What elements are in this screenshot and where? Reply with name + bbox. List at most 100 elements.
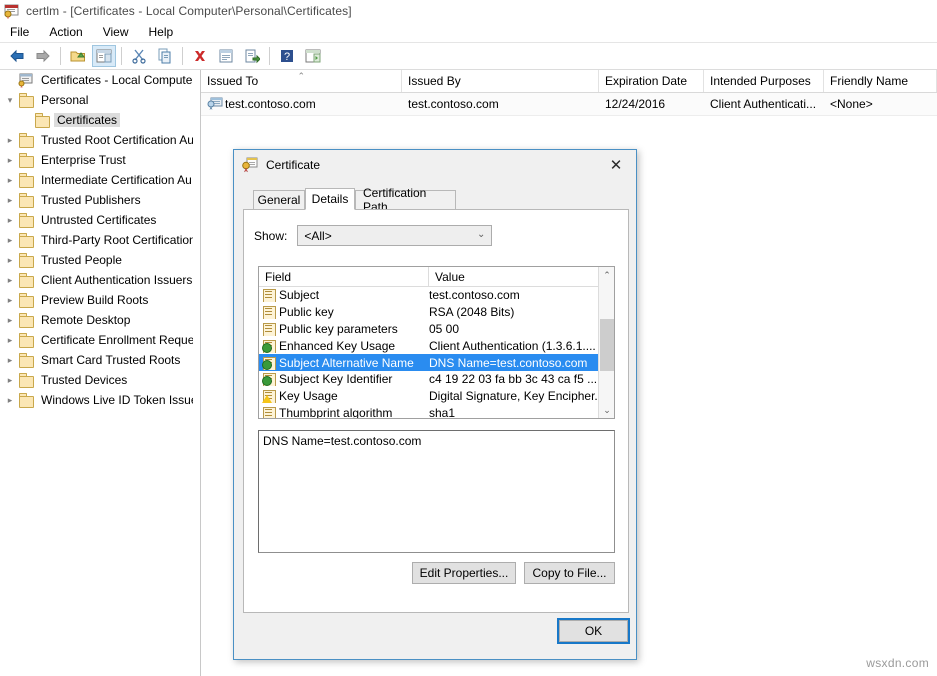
column-header-label: Issued By [408, 74, 461, 88]
tree-item-label: Certificate Enrollment Reque: [38, 333, 194, 347]
menu-view[interactable]: View [93, 23, 139, 41]
chevron-right-icon[interactable]: ▸ [2, 232, 18, 248]
cell-text: test.contoso.com [225, 97, 316, 111]
chevron-right-icon[interactable]: ▸ [2, 332, 18, 348]
chevron-right-icon[interactable]: ▸ [2, 292, 18, 308]
chevron-right-icon[interactable]: ▸ [2, 192, 18, 208]
certificate-field-row[interactable]: Thumbprint algorithmsha1 [259, 405, 614, 419]
show-action-pane-icon[interactable] [301, 45, 325, 67]
scrollbar-thumb[interactable] [600, 319, 614, 371]
chevron-right-icon[interactable]: ▸ [2, 312, 18, 328]
column-header-issued-to[interactable]: Issued To⌃ [201, 70, 402, 92]
cut-scissors-icon[interactable] [127, 45, 151, 67]
chevron-right-icon[interactable]: ▸ [2, 132, 18, 148]
cell-text: 12/24/2016 [605, 97, 665, 111]
chevron-down-icon[interactable]: ▾ [2, 92, 18, 108]
field-name: Public key [279, 305, 334, 319]
column-header-expiration-date[interactable]: Expiration Date [599, 70, 704, 92]
tree-item-trusted-root-certification-au[interactable]: ▸Trusted Root Certification Au [0, 130, 193, 150]
field-name: Enhanced Key Usage [279, 339, 395, 353]
scroll-down-icon[interactable]: ⌄ [599, 402, 615, 418]
chevron-right-icon[interactable]: ▸ [2, 172, 18, 188]
export-icon[interactable] [240, 45, 264, 67]
delete-x-icon[interactable] [188, 45, 212, 67]
tree-item-smart-card-trusted-roots[interactable]: ▸Smart Card Trusted Roots [0, 350, 193, 370]
ok-button[interactable]: OK [557, 618, 630, 644]
fields-list-rows: Subjecttest.contoso.comPublic keyRSA (20… [259, 287, 614, 419]
tree-item-label: Trusted Publishers [38, 193, 144, 207]
tree-item-client-authentication-issuers[interactable]: ▸Client Authentication Issuers [0, 270, 193, 290]
console-tree-pane[interactable]: Certificates - Local Computer ▾ Personal C… [0, 70, 194, 676]
toolbar-separator [121, 47, 122, 65]
window-title: certlm - [Certificates - Local Computer\… [26, 4, 352, 18]
certificate-field-row[interactable]: Key UsageDigital Signature, Key Encipher… [259, 388, 614, 405]
tree-item-enterprise-trust[interactable]: ▸Enterprise Trust [0, 150, 193, 170]
show-hide-tree-icon[interactable] [92, 45, 116, 67]
field-icon [262, 407, 276, 419]
chevron-right-icon[interactable]: ▸ [2, 352, 18, 368]
folder-icon [18, 133, 34, 147]
column-header-field[interactable]: Field [259, 267, 429, 286]
field-name: Subject Key Identifier [279, 372, 392, 386]
edit-properties-button[interactable]: Edit Properties... [412, 562, 516, 584]
certificate-row[interactable]: test.contoso.comtest.contoso.com12/24/20… [201, 93, 937, 116]
copy-pages-icon[interactable] [153, 45, 177, 67]
tab-certification-path[interactable]: Certification Path [355, 190, 456, 209]
field-value-textarea[interactable]: DNS Name=test.contoso.com [258, 430, 615, 553]
forward-arrow-icon[interactable] [31, 45, 55, 67]
certificate-field-row[interactable]: Subject Key Identifierc4 19 22 03 fa bb … [259, 371, 614, 388]
menu-action[interactable]: Action [39, 23, 92, 41]
tree-item-preview-build-roots[interactable]: ▸Preview Build Roots [0, 290, 193, 310]
fields-list-scrollbar[interactable]: ⌃ ⌄ [598, 267, 614, 418]
tree-item-windows-live-id-token-issuer[interactable]: ▸Windows Live ID Token Issuer [0, 390, 193, 410]
tree-item-untrusted-certificates[interactable]: ▸Untrusted Certificates [0, 210, 193, 230]
chevron-right-icon[interactable]: ▸ [2, 392, 18, 408]
certificate-field-row[interactable]: Enhanced Key UsageClient Authentication … [259, 337, 614, 354]
column-header-issued-by[interactable]: Issued By [402, 70, 599, 92]
up-folder-icon[interactable] [66, 45, 90, 67]
help-question-icon[interactable]: ? [275, 45, 299, 67]
tree-item-certificate-enrollment-reque[interactable]: ▸ Certificate Enrollment Reque: [0, 330, 193, 350]
column-header-friendly-name[interactable]: Friendly Name [824, 70, 937, 92]
menu-file[interactable]: File [0, 23, 39, 41]
copy-to-file-button[interactable]: Copy to File... [524, 562, 615, 584]
close-icon[interactable]: ✕ [596, 150, 636, 179]
certificate-field-row[interactable]: Public key parameters05 00 [259, 321, 614, 338]
tree-item-trusted-people[interactable]: ▸Trusted People [0, 250, 193, 270]
certificate-fields-list[interactable]: Field Value Subjecttest.contoso.comPubli… [258, 266, 615, 419]
certificate-field-row[interactable]: Public keyRSA (2048 Bits) [259, 304, 614, 321]
tree-item-trusted-publishers[interactable]: ▸ Trusted Publishers [0, 190, 193, 210]
tree-item-label: Personal [38, 93, 91, 107]
listview-rows: test.contoso.comtest.contoso.com12/24/20… [201, 93, 937, 116]
show-dropdown[interactable]: <All> ⌄ [297, 225, 492, 246]
field-name: Key Usage [279, 389, 338, 403]
chevron-right-icon[interactable]: ▸ [2, 252, 18, 268]
chevron-right-icon[interactable]: ▸ [2, 372, 18, 388]
chevron-right-icon[interactable]: ▸ [2, 212, 18, 228]
tree-item-third-party-root-certification[interactable]: ▸Third-Party Root Certification [0, 230, 193, 250]
tree-item-personal[interactable]: ▾ Personal [0, 90, 193, 110]
folder-icon [18, 93, 34, 107]
dialog-titlebar: Certificate ✕ [234, 150, 636, 180]
pane-splitter[interactable] [193, 70, 200, 676]
tree-item-label: Trusted Devices [38, 373, 130, 387]
chevron-right-icon[interactable]: ▸ [2, 272, 18, 288]
tree-item-certificates[interactable]: Certificates [0, 110, 193, 130]
tab-details[interactable]: Details [305, 188, 355, 210]
scroll-up-icon[interactable]: ⌃ [599, 267, 615, 283]
tree-item-intermediate-certification-au[interactable]: ▸Intermediate Certification Au [0, 170, 193, 190]
back-arrow-icon[interactable] [5, 45, 29, 67]
tab-general[interactable]: General [253, 190, 305, 209]
tree-item-remote-desktop[interactable]: ▸Remote Desktop [0, 310, 193, 330]
tree-item-trusted-devices[interactable]: ▸ Trusted Devices [0, 370, 193, 390]
column-header-intended-purposes[interactable]: Intended Purposes [704, 70, 824, 92]
tree-root[interactable]: Certificates - Local Computer [0, 70, 193, 90]
chevron-right-icon[interactable]: ▸ [2, 152, 18, 168]
certificate-field-row[interactable]: Subject Alternative NameDNS Name=test.co… [259, 354, 614, 371]
sort-ascending-icon: ⌃ [298, 71, 306, 82]
properties-icon[interactable] [214, 45, 238, 67]
column-header-value[interactable]: Value [429, 267, 599, 286]
menu-help[interactable]: Help [139, 23, 184, 41]
cell-intended-purposes: Client Authenticati... [704, 93, 824, 115]
certificate-field-row[interactable]: Subjecttest.contoso.com [259, 287, 614, 304]
